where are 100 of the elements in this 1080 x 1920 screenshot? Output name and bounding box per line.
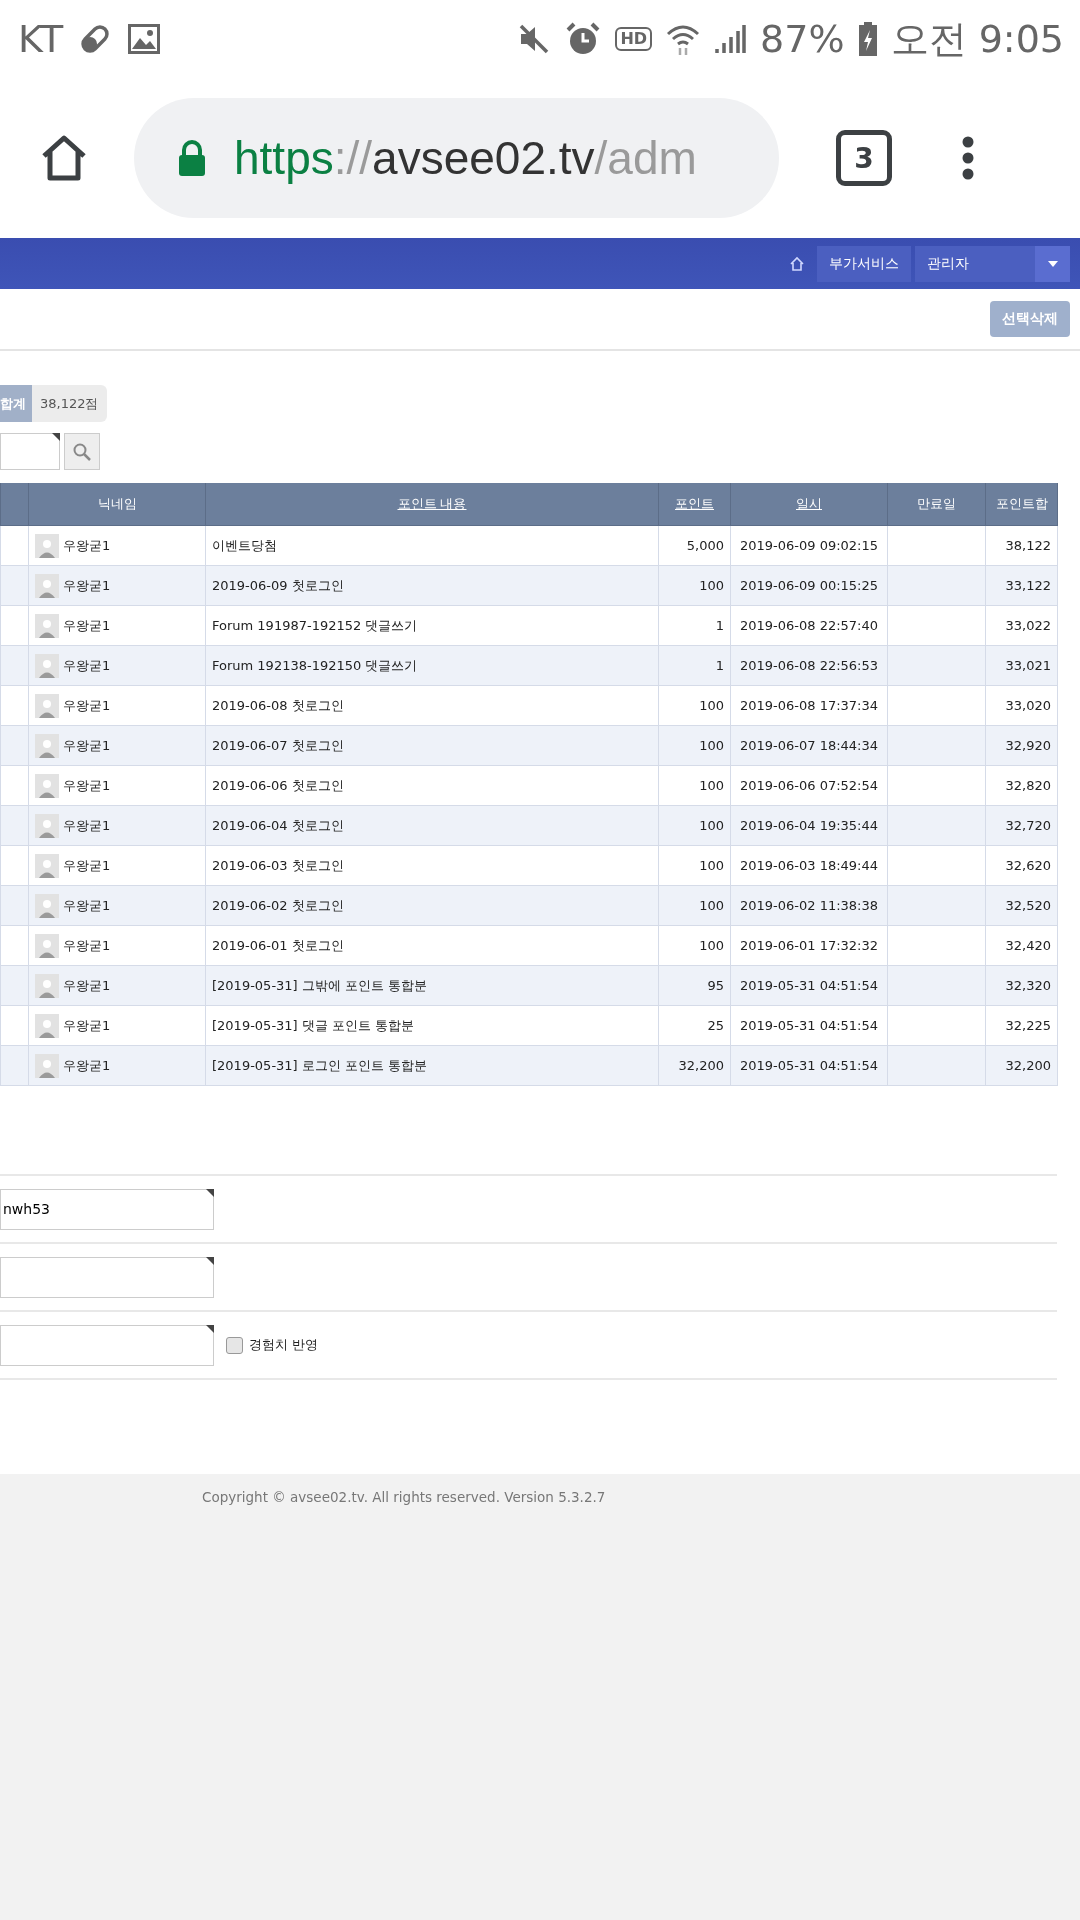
table-cell: 2019-06-01 첫로그인	[205, 925, 659, 966]
nickname: 우왕굳1	[63, 1016, 111, 1035]
avatar-icon	[35, 973, 59, 998]
table-cell: 33,020	[985, 685, 1058, 726]
table-cell: 1	[658, 605, 731, 646]
table-cell: 32,225	[985, 1005, 1058, 1046]
nickname: 우왕굳1	[63, 856, 111, 875]
table-cell: 100	[658, 565, 731, 606]
table-cell: 2019-06-04 19:35:44	[730, 805, 888, 846]
corner-triangle-icon	[206, 1256, 214, 1265]
table-cell: 33,122	[985, 565, 1058, 606]
search-button[interactable]	[64, 433, 100, 470]
nav-button[interactable]: 부가서비스	[817, 245, 911, 282]
table-cell: Forum 191987-192152 댓글쓰기	[205, 605, 659, 646]
alarm-icon	[565, 21, 602, 57]
avatar-icon	[35, 853, 59, 878]
column-header[interactable]: 포인트 내용	[205, 483, 659, 526]
table-cell: 2019-05-31 04:51:54	[730, 1005, 888, 1046]
table-cell: 100	[658, 725, 731, 766]
address-bar[interactable]: https://avsee02.tv/adm	[134, 98, 779, 218]
corner-triangle-icon	[206, 1324, 214, 1333]
table-cell: 2019-06-04 첫로그인	[205, 805, 659, 846]
lock-icon	[178, 140, 206, 176]
nickname: 우왕굳1	[63, 816, 111, 835]
table-cell: 32,200	[658, 1045, 731, 1086]
checkbox-label[interactable]: 경험치 반영	[249, 1336, 319, 1354]
url-text: https://avsee02.tv/adm	[234, 131, 697, 185]
table-cell: 32,200	[985, 1045, 1058, 1086]
table-cell: 32,920	[985, 725, 1058, 766]
caret-icon[interactable]	[1047, 260, 1058, 267]
table-cell: 2019-06-01 17:32:32	[730, 925, 888, 966]
avatar-icon	[35, 653, 59, 678]
column-header: 포인트합	[985, 483, 1058, 526]
avatar-icon	[35, 933, 59, 958]
table-cell: 이벤트당첨	[205, 525, 659, 566]
table-cell: 2019-06-08 22:57:40	[730, 605, 888, 646]
table-cell: [2019-05-31] 로그인 포인트 통합분	[205, 1045, 659, 1086]
table-cell: 32,520	[985, 885, 1058, 926]
summary-value: 38,122점	[32, 385, 107, 422]
table-cell: 100	[658, 765, 731, 806]
table-cell: 2019-06-06 07:52:54	[730, 765, 888, 806]
table-cell: 100	[658, 685, 731, 726]
table-cell: [2019-05-31] 댓글 포인트 통합분	[205, 1005, 659, 1046]
column-header[interactable]: 일시	[730, 483, 888, 526]
table-cell: 2019-06-02 첫로그인	[205, 885, 659, 926]
table-cell: 2019-06-03 첫로그인	[205, 845, 659, 886]
nickname: 우왕굳1	[63, 896, 111, 915]
table-cell: 5,000	[658, 525, 731, 566]
battery-icon	[858, 22, 877, 56]
table-cell: 2019-06-09 09:02:15	[730, 525, 888, 566]
table-cell: [2019-05-31] 그밖에 포인트 통합분	[205, 965, 659, 1006]
wifi-icon	[666, 22, 701, 56]
input-field[interactable]: nwh53	[0, 1188, 214, 1230]
table-cell: 100	[658, 925, 731, 966]
avatar-icon	[35, 1013, 59, 1038]
table-cell: 100	[658, 885, 731, 926]
nickname: 우왕굳1	[63, 936, 111, 955]
checkbox[interactable]	[226, 1336, 243, 1354]
table-cell: 2019-06-07 18:44:34	[730, 725, 888, 766]
avatar-icon	[35, 693, 59, 718]
nickname: 우왕굳1	[63, 656, 111, 675]
avatar-icon	[35, 573, 59, 598]
corner-triangle-icon	[206, 1188, 214, 1197]
table-cell: 33,022	[985, 605, 1058, 646]
table-cell: 2019-05-31 04:51:54	[730, 1045, 888, 1086]
input-field[interactable]	[0, 1324, 214, 1366]
table-cell: 100	[658, 845, 731, 886]
image-icon	[127, 23, 162, 55]
home-icon[interactable]	[40, 134, 88, 182]
avatar-icon	[35, 893, 59, 918]
signal-icon	[714, 23, 747, 55]
table-cell: 2019-06-09 00:15:25	[730, 565, 888, 606]
hd-badge: HD	[615, 27, 653, 51]
nickname: 우왕굳1	[63, 616, 111, 635]
input-field[interactable]	[0, 1256, 214, 1298]
table-cell: 2019-06-07 첫로그인	[205, 725, 659, 766]
carrier: KT	[18, 17, 64, 61]
nickname: 우왕굳1	[63, 696, 111, 715]
table-cell: 38,122	[985, 525, 1058, 566]
more-icon[interactable]	[962, 136, 974, 180]
summary-label: 합계	[0, 385, 32, 422]
table-cell: 32,820	[985, 765, 1058, 806]
table-cell: 100	[658, 805, 731, 846]
table-cell: 1	[658, 645, 731, 686]
table-cell: 2019-06-08 첫로그인	[205, 685, 659, 726]
table-cell: 2019-06-06 첫로그인	[205, 765, 659, 806]
tab-count[interactable]: 3	[836, 130, 892, 186]
table-cell: 32,620	[985, 845, 1058, 886]
admin-dropdown[interactable]: 관리자	[915, 245, 1035, 282]
table-cell: 32,320	[985, 965, 1058, 1006]
column-header[interactable]: 포인트	[658, 483, 731, 526]
nickname: 우왕굳1	[63, 536, 111, 555]
avatar-icon	[35, 613, 59, 638]
table-cell: 25	[658, 1005, 731, 1046]
search-field[interactable]	[0, 433, 60, 470]
table-cell: 32,420	[985, 925, 1058, 966]
table-cell: 2019-06-09 첫로그인	[205, 565, 659, 606]
nickname: 우왕굳1	[63, 736, 111, 755]
clock: 오전 9:05	[890, 15, 1064, 63]
avatar-icon	[35, 1053, 59, 1078]
